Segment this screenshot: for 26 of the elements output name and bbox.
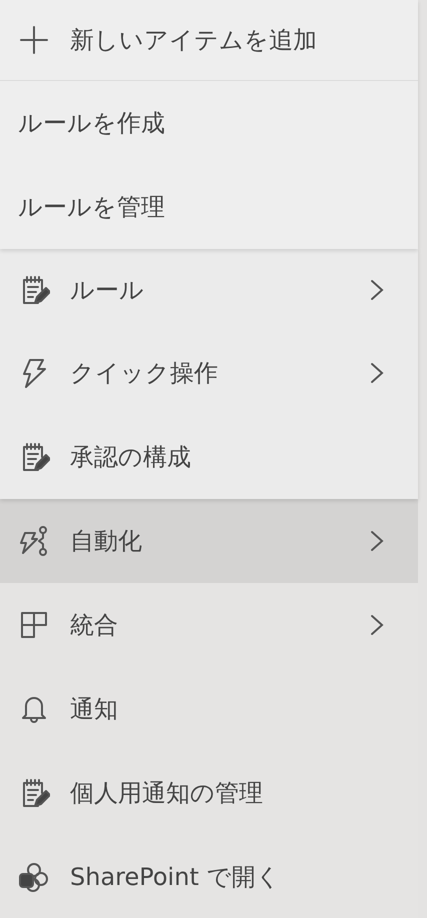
menu-item-label: ルール bbox=[70, 275, 145, 306]
menu-item[interactable]: 新しいアイテムを追加 bbox=[0, 0, 418, 81]
plus-icon bbox=[18, 24, 50, 56]
menu-item-label: 承認の構成 bbox=[70, 442, 192, 473]
menu-item-label: 通知 bbox=[70, 694, 119, 725]
menu-item[interactable]: クイック操作 bbox=[0, 331, 418, 415]
lightning-flow-icon bbox=[18, 525, 50, 557]
menu-item-label: ルールを管理 bbox=[18, 192, 166, 223]
menu-item[interactable]: ルールを管理 bbox=[0, 165, 418, 249]
menu-item-label: ルールを作成 bbox=[18, 108, 166, 139]
menu-item-label: SharePoint で開く bbox=[70, 862, 282, 893]
menu-item[interactable]: ルール bbox=[0, 249, 418, 331]
menu-item-label: クイック操作 bbox=[70, 358, 219, 389]
menu-item-label: 統合 bbox=[70, 610, 119, 641]
sharepoint-icon bbox=[18, 861, 50, 893]
grid-icon bbox=[18, 609, 50, 641]
menu-item[interactable]: 個人用通知の管理 bbox=[0, 751, 418, 835]
menu-item[interactable]: 自動化 bbox=[0, 499, 418, 583]
menu-item-label: 自動化 bbox=[70, 526, 143, 557]
menu-item-label: 個人用通知の管理 bbox=[70, 778, 264, 809]
menu-item[interactable]: 承認の構成 bbox=[0, 415, 418, 499]
menu-item[interactable]: ルールを作成 bbox=[0, 81, 418, 165]
menu-item[interactable]: 統合 bbox=[0, 583, 418, 667]
menu-item[interactable]: SharePoint で開く bbox=[0, 835, 418, 918]
menu-item-label: 新しいアイテムを追加 bbox=[70, 25, 318, 56]
menu-item[interactable]: 通知 bbox=[0, 667, 418, 751]
